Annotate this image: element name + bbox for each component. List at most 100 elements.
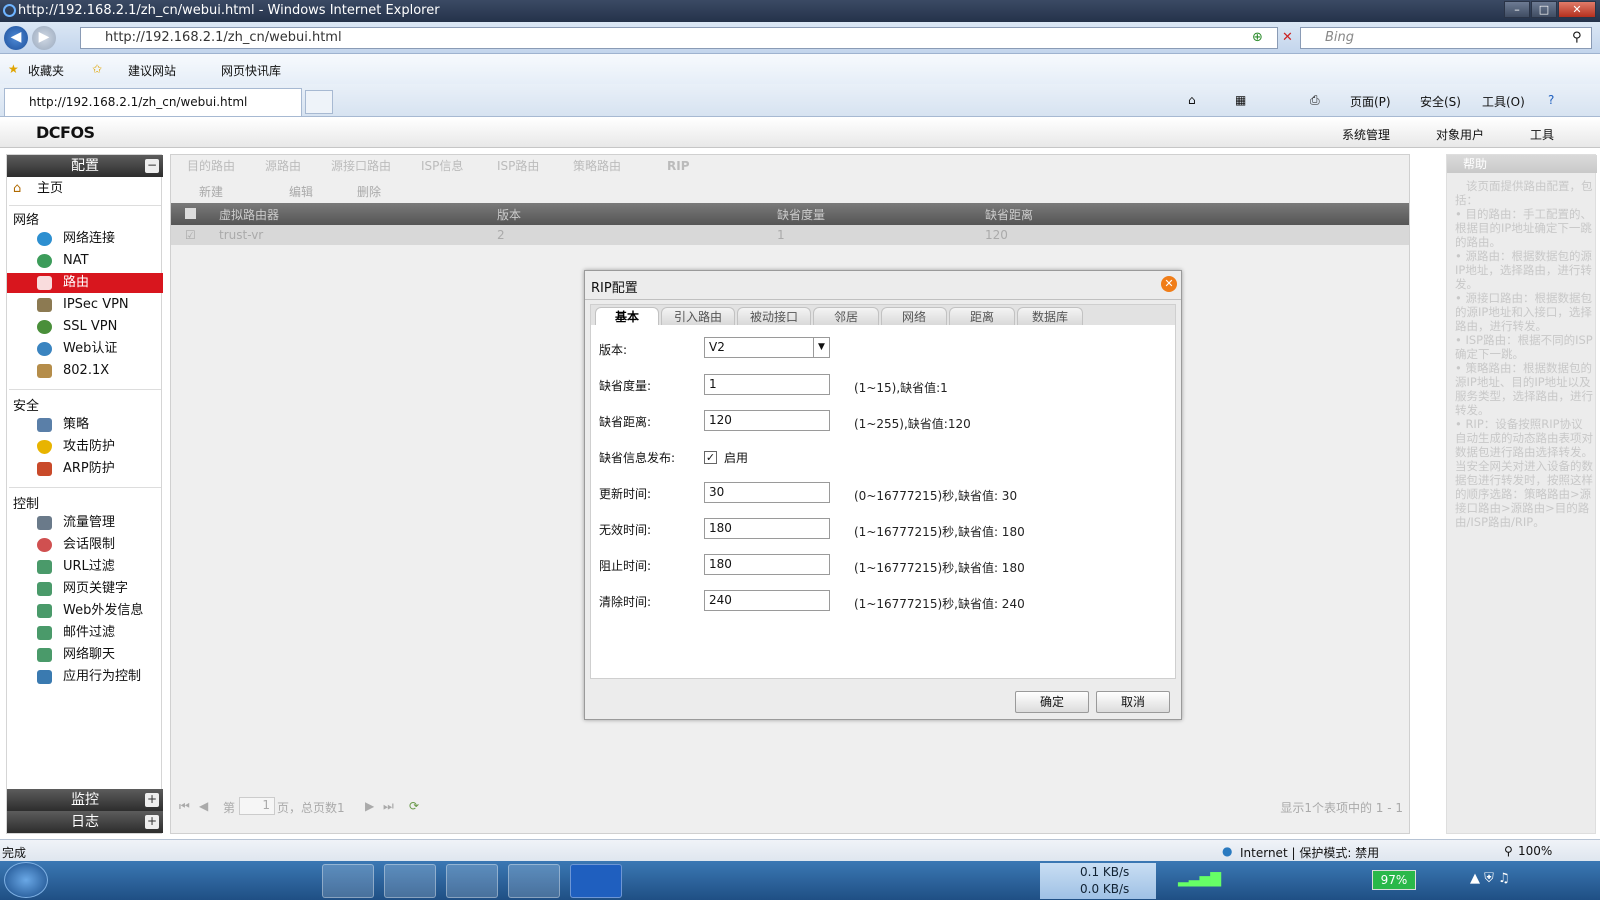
- close-icon[interactable]: ✕: [1161, 276, 1177, 292]
- delete-button[interactable]: 删除: [357, 183, 381, 200]
- flush-time-input[interactable]: 240: [704, 590, 830, 611]
- row-checkbox[interactable]: ☑: [185, 228, 196, 242]
- tab-isp-route[interactable]: ISP路由: [497, 157, 539, 175]
- taskbar-app-notes-icon[interactable]: [142, 864, 194, 898]
- tab-policy-route[interactable]: 策略路由: [573, 157, 621, 175]
- close-window-button[interactable]: ✕: [1558, 1, 1596, 18]
- tab-destination-route[interactable]: 目的路由: [187, 157, 235, 175]
- start-button[interactable]: [4, 862, 48, 898]
- sidebar-item-home[interactable]: ⌂ 主页: [7, 179, 163, 199]
- default-info-checkbox[interactable]: ✓: [704, 451, 717, 464]
- tab-basic[interactable]: 基本: [595, 307, 659, 325]
- taskbar-app-computer-icon[interactable]: [82, 864, 134, 898]
- ok-button[interactable]: 确定: [1015, 691, 1089, 713]
- sidebar-item-attack-defense[interactable]: 攻击防护: [7, 437, 163, 457]
- back-button[interactable]: ◀: [4, 26, 28, 50]
- feeds-icon[interactable]: ▦: [1235, 93, 1246, 107]
- tab-isp-info[interactable]: ISP信息: [421, 157, 463, 175]
- expand-icon[interactable]: +: [145, 815, 159, 829]
- minimize-button[interactable]: –: [1504, 1, 1530, 18]
- new-tab-button[interactable]: [305, 90, 333, 114]
- favorites-button[interactable]: 收藏夹: [28, 62, 64, 79]
- zoom-level[interactable]: 100%: [1518, 844, 1552, 858]
- sidebar-item-web-outbound[interactable]: Web外发信息: [7, 601, 163, 621]
- update-time-input[interactable]: 30: [704, 482, 830, 503]
- signal-icon[interactable]: ▂▃▅▇: [1178, 871, 1221, 887]
- tray-icons[interactable]: ▲ ⛨ ♫: [1470, 871, 1510, 886]
- print-icon[interactable]: ⎙: [1310, 93, 1320, 108]
- sidebar-item-routing[interactable]: 路由: [7, 273, 163, 293]
- home-icon[interactable]: ⌂: [1188, 93, 1196, 107]
- chevron-down-icon[interactable]: ▼: [813, 338, 829, 357]
- prev-page-icon[interactable]: ◀: [199, 799, 208, 813]
- sidebar-item-im-chat[interactable]: 网络聊天: [7, 645, 163, 665]
- tools-menu[interactable]: 工具(O): [1482, 93, 1525, 110]
- new-button[interactable]: 新建: [199, 183, 223, 200]
- web-slice-gallery-link[interactable]: 网页快讯库: [221, 62, 281, 79]
- tab-passive-interface[interactable]: 被动接口: [737, 307, 811, 325]
- battery-indicator[interactable]: 97%: [1372, 870, 1416, 890]
- sidebar-item-session-limit[interactable]: 会话限制: [7, 535, 163, 555]
- sidebar-config-header[interactable]: 配置 −: [7, 155, 163, 177]
- sidebar-item-policy[interactable]: 策略: [7, 415, 163, 435]
- help-icon[interactable]: ?: [1548, 93, 1554, 107]
- col-version[interactable]: 版本: [497, 206, 521, 223]
- tab-distance[interactable]: 距离: [949, 307, 1015, 325]
- invalid-time-input[interactable]: 180: [704, 518, 830, 539]
- refresh-icon[interactable]: ⟳: [409, 799, 419, 813]
- tab-source-route[interactable]: 源路由: [265, 157, 301, 175]
- safety-menu[interactable]: 安全(S): [1420, 93, 1461, 110]
- default-metric-input[interactable]: 1: [704, 374, 830, 395]
- forward-button[interactable]: ▶: [32, 26, 56, 50]
- compat-view-icon[interactable]: ⊕: [1252, 30, 1263, 45]
- sidebar-item-network-connection[interactable]: 网络连接: [7, 229, 163, 249]
- menu-object-user[interactable]: 对象用户: [1436, 126, 1484, 143]
- sidebar-item-traffic-mgmt[interactable]: 流量管理: [7, 513, 163, 533]
- search-input[interactable]: Bing: [1300, 27, 1592, 49]
- col-default-distance[interactable]: 缺省距离: [985, 206, 1033, 223]
- holddown-time-input[interactable]: 180: [704, 554, 830, 575]
- url-input[interactable]: http://192.168.2.1/zh_cn/webui.html: [80, 27, 1278, 49]
- sidebar-item-web-keyword[interactable]: 网页关键字: [7, 579, 163, 599]
- browser-tab[interactable]: http://192.168.2.1/zh_cn/webui.html: [4, 88, 302, 116]
- tab-neighbor[interactable]: 邻居: [813, 307, 879, 325]
- taskbar-app-device-icon[interactable]: [384, 864, 436, 898]
- sidebar-item-8021x[interactable]: 802.1X: [7, 361, 163, 381]
- search-icon[interactable]: ⚲: [1572, 30, 1582, 45]
- col-virtual-router[interactable]: 虚拟路由器: [219, 206, 279, 223]
- sidebar-monitor-header[interactable]: 监控 +: [7, 789, 163, 811]
- menu-system-admin[interactable]: 系统管理: [1342, 126, 1390, 143]
- tab-redistribute[interactable]: 引入路由: [661, 307, 735, 325]
- default-distance-input[interactable]: 120: [704, 410, 830, 431]
- taskbar-app-word-icon[interactable]: [570, 864, 622, 898]
- suggested-sites-link[interactable]: 建议网站: [128, 62, 176, 79]
- table-row[interactable]: ☑ trust-vr 2 1 120: [171, 225, 1409, 245]
- sidebar-log-header[interactable]: 日志 +: [7, 811, 163, 833]
- sidebar-item-ipsec-vpn[interactable]: IPSec VPN: [7, 295, 163, 315]
- taskbar-app-editor-icon[interactable]: [508, 864, 560, 898]
- sidebar-item-web-auth[interactable]: Web认证: [7, 339, 163, 359]
- sidebar-item-arp-defense[interactable]: ARP防护: [7, 459, 163, 479]
- stop-icon[interactable]: ✕: [1282, 30, 1293, 45]
- sidebar-item-mail-filter[interactable]: 邮件过滤: [7, 623, 163, 643]
- next-page-icon[interactable]: ▶: [365, 799, 374, 813]
- menu-tools[interactable]: 工具: [1530, 126, 1554, 143]
- tab-network[interactable]: 网络: [881, 307, 947, 325]
- sidebar-item-nat[interactable]: NAT: [7, 251, 163, 271]
- page-number-input[interactable]: 1: [239, 797, 275, 815]
- cancel-button[interactable]: 取消: [1096, 691, 1170, 713]
- first-page-icon[interactable]: ⏮: [179, 799, 190, 814]
- select-all-checkbox[interactable]: [185, 208, 196, 219]
- version-select[interactable]: V2 ▼: [704, 337, 830, 358]
- sidebar-item-url-filter[interactable]: URL过滤: [7, 557, 163, 577]
- edit-button[interactable]: 编辑: [289, 183, 313, 200]
- expand-icon[interactable]: +: [145, 793, 159, 807]
- sidebar-item-app-control[interactable]: 应用行为控制: [7, 667, 163, 687]
- page-menu[interactable]: 页面(P): [1350, 93, 1391, 110]
- last-page-icon[interactable]: ⏭: [383, 799, 394, 814]
- sidebar-item-ssl-vpn[interactable]: SSL VPN: [7, 317, 163, 337]
- taskbar-app-explorer-icon[interactable]: [322, 864, 374, 898]
- col-default-metric[interactable]: 缺省度量: [777, 206, 825, 223]
- collapse-icon[interactable]: −: [145, 159, 159, 173]
- maximize-button[interactable]: □: [1531, 1, 1557, 18]
